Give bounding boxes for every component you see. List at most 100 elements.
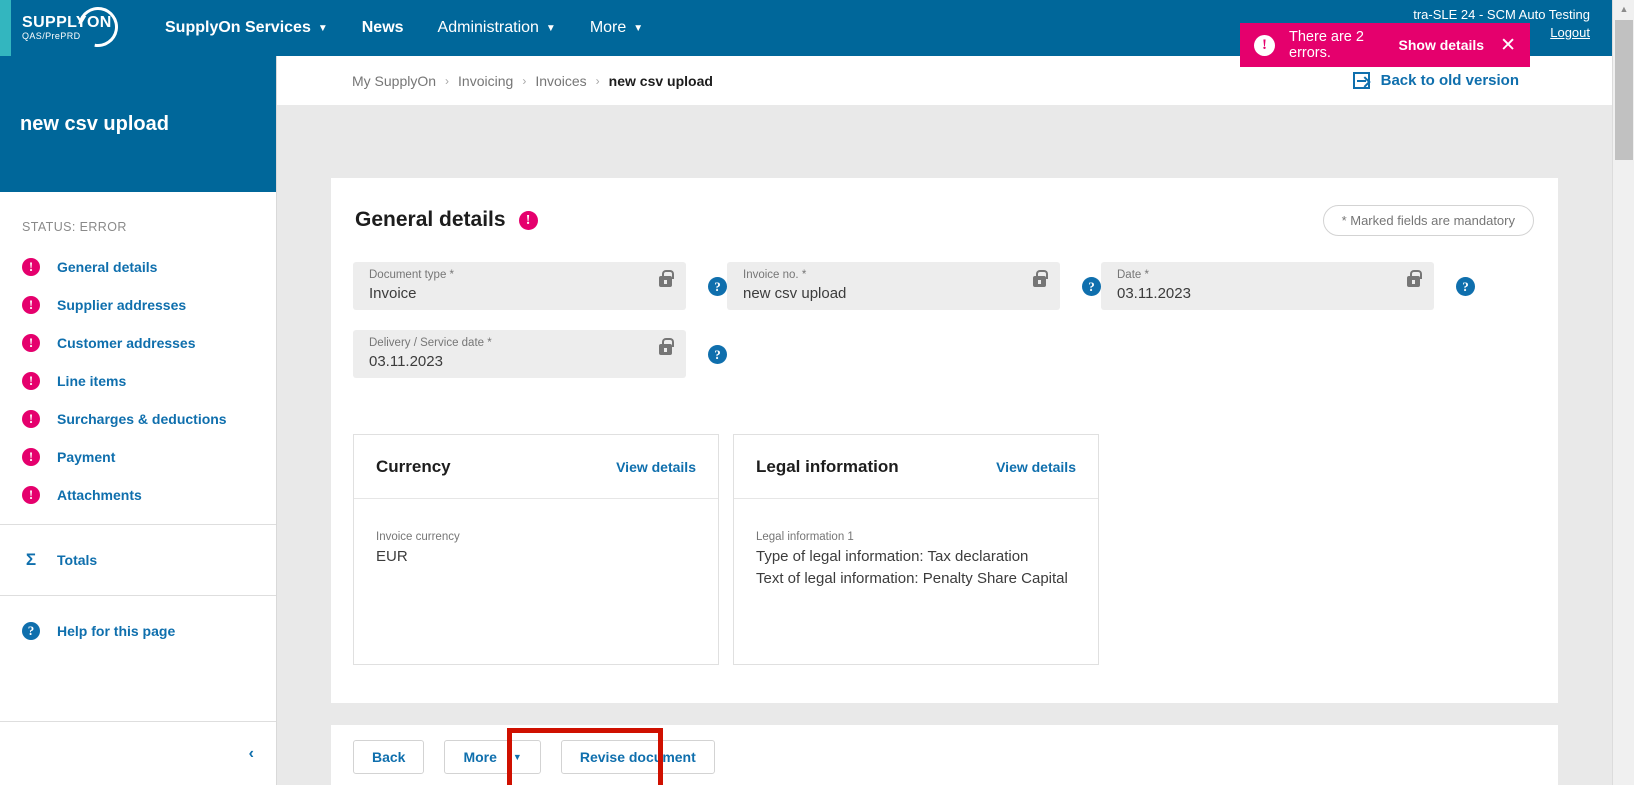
nav-item-administration[interactable]: Administration ▼ <box>421 0 573 56</box>
error-badge-icon: ! <box>22 486 40 504</box>
sidebar-item-general-details[interactable]: ! General details <box>0 248 276 286</box>
legal-information-text: Text of legal information: Penalty Share… <box>756 570 1068 587</box>
breadcrumb-item-my-supplyon[interactable]: My SupplyOn <box>352 73 436 89</box>
legal-information-type: Type of legal information: Tax declarati… <box>756 548 1029 565</box>
content-area: My SupplyOn › Invoicing › Invoices › new… <box>277 56 1612 785</box>
sidebar-item-payment[interactable]: ! Payment <box>0 438 276 476</box>
chevron-down-icon: ▼ <box>633 22 644 34</box>
nav-item-supplyon-services[interactable]: SupplyOn Services ▼ <box>148 0 345 56</box>
error-badge-icon: ! <box>22 410 40 428</box>
error-icon: ! <box>1254 34 1275 56</box>
chevron-down-icon: ▼ <box>512 752 522 762</box>
help-icon[interactable]: ? <box>708 276 727 296</box>
sidebar-item-label: Payment <box>57 449 116 465</box>
chevron-down-icon: ▼ <box>545 22 556 34</box>
help-icon[interactable]: ? <box>708 344 727 364</box>
breadcrumb-separator-icon: › <box>522 73 527 88</box>
sidebar-item-label: Attachments <box>57 487 142 503</box>
error-badge-icon: ! <box>22 296 40 314</box>
field-value: Invoice <box>369 285 417 302</box>
sidebar-item-attachments[interactable]: ! Attachments <box>0 476 276 514</box>
close-icon[interactable]: ✕ <box>1500 36 1516 55</box>
currency-card: Currency View details Invoice currency E… <box>353 434 719 665</box>
field-label: Date * <box>1117 269 1149 281</box>
sidebar-nav-list: ! General details ! Supplier addresses !… <box>0 248 276 524</box>
error-badge-icon: ! <box>22 258 40 276</box>
sidebar-item-label: General details <box>57 259 158 275</box>
sidebar-item-label: Supplier addresses <box>57 297 187 313</box>
more-button[interactable]: More ▼ <box>444 740 541 774</box>
scrollbar-thumb[interactable] <box>1615 20 1633 160</box>
field-cell-invoice-no: Invoice no. * new csv upload ? <box>727 262 1101 310</box>
sidebar-item-customer-addresses[interactable]: ! Customer addresses <box>0 324 276 362</box>
field-value: 03.11.2023 <box>369 353 443 370</box>
exit-icon <box>1352 72 1370 89</box>
lock-icon <box>659 270 674 287</box>
back-to-old-version-label: Back to old version <box>1380 72 1519 89</box>
lock-icon <box>1033 270 1048 287</box>
field-label: Document type * <box>369 269 455 281</box>
sidebar-collapse-button[interactable]: ‹ <box>0 721 276 785</box>
legal-view-details-link[interactable]: View details <box>996 459 1076 475</box>
vertical-scrollbar[interactable]: ▲ <box>1612 0 1634 785</box>
app-window: SUPPLYON QAS/PrePRD SupplyOn Services ▼ … <box>0 0 1634 785</box>
sidebar-item-label: Surcharges & deductions <box>57 411 227 427</box>
invoice-no-field: Invoice no. * new csv upload <box>727 262 1060 310</box>
revise-document-button-label: Revise document <box>579 749 696 765</box>
help-icon: ? <box>22 622 40 640</box>
sigma-icon: Σ <box>25 550 37 569</box>
field-cell-delivery-service-date: Delivery / Service date * 03.11.2023 ? <box>353 330 727 378</box>
currency-card-title: Currency <box>376 456 451 476</box>
legal-information-card-body: Legal information 1 Type of legal inform… <box>734 499 1098 664</box>
back-button[interactable]: Back <box>353 740 425 774</box>
nav-label: More <box>589 19 627 36</box>
breadcrumb-item-invoicing[interactable]: Invoicing <box>458 73 513 89</box>
sidebar-item-help[interactable]: ? Help for this page <box>0 596 276 666</box>
sidebar-item-totals[interactable]: Σ Totals <box>0 525 276 595</box>
field-label: Invoice no. * <box>743 269 807 281</box>
supplyon-logo[interactable]: SUPPLYON QAS/PrePRD <box>22 0 126 55</box>
help-icon[interactable]: ? <box>1456 276 1475 296</box>
breadcrumb-separator-icon: › <box>595 73 600 88</box>
scroll-up-arrow-icon[interactable]: ▲ <box>1613 0 1634 18</box>
action-bar: Back More ▼ Revise document <box>331 725 1558 785</box>
form-fields: Document type * Invoice ? Invoice no. * … <box>331 232 1558 398</box>
back-to-old-version-button[interactable]: Back to old version <box>1352 72 1519 89</box>
field-value: new csv upload <box>743 285 847 302</box>
legal-information-card-header: Legal information View details <box>734 435 1098 499</box>
show-details-link[interactable]: Show details <box>1399 37 1485 53</box>
currency-card-body: Invoice currency EUR <box>354 499 718 664</box>
legal-information-card-title: Legal information <box>756 456 899 476</box>
page-title: General details <box>355 208 506 231</box>
back-button-label: Back <box>372 749 406 765</box>
date-field: Date * 03.11.2023 <box>1101 262 1434 310</box>
breadcrumb-item-invoices[interactable]: Invoices <box>535 73 586 89</box>
nav-item-more[interactable]: More ▼ <box>573 0 660 56</box>
sidebar-header: new csv upload <box>0 56 276 192</box>
field-cell-document-type: Document type * Invoice ? <box>353 262 727 310</box>
nav-item-news[interactable]: News <box>345 0 421 56</box>
more-button-label: More <box>463 749 497 765</box>
chevron-down-icon: ▼ <box>317 22 328 34</box>
error-badge-icon: ! <box>22 334 40 352</box>
sidebar-item-label: Line items <box>57 373 127 389</box>
sidebar-item-line-items[interactable]: ! Line items <box>0 362 276 400</box>
sidebar-item-surcharges-deductions[interactable]: ! Surcharges & deductions <box>0 400 276 438</box>
revise-document-button[interactable]: Revise document <box>560 740 715 774</box>
breadcrumb-separator-icon: › <box>445 73 450 88</box>
help-icon[interactable]: ? <box>1082 276 1101 296</box>
error-badge-icon: ! <box>22 448 40 466</box>
legal-information-label: Legal information 1 <box>756 531 854 543</box>
currency-view-details-link[interactable]: View details <box>616 459 696 475</box>
breadcrumb-current: new csv upload <box>608 72 713 89</box>
account-name: tra-SLE 24 - SCM Auto Testing <box>1413 7 1590 22</box>
nav-label: News <box>361 19 404 36</box>
error-toast: ! There are 2 errors. Show details ✕ <box>1240 23 1530 67</box>
error-badge-icon: ! <box>22 372 40 390</box>
legal-information-card: Legal information View details Legal inf… <box>733 434 1099 665</box>
invoice-currency-label: Invoice currency <box>376 531 460 543</box>
field-cell-date: Date * 03.11.2023 ? <box>1101 262 1475 310</box>
sub-cards: Currency View details Invoice currency E… <box>331 398 1558 665</box>
sidebar-item-supplier-addresses[interactable]: ! Supplier addresses <box>0 286 276 324</box>
sidebar-item-label: Customer addresses <box>57 335 196 351</box>
